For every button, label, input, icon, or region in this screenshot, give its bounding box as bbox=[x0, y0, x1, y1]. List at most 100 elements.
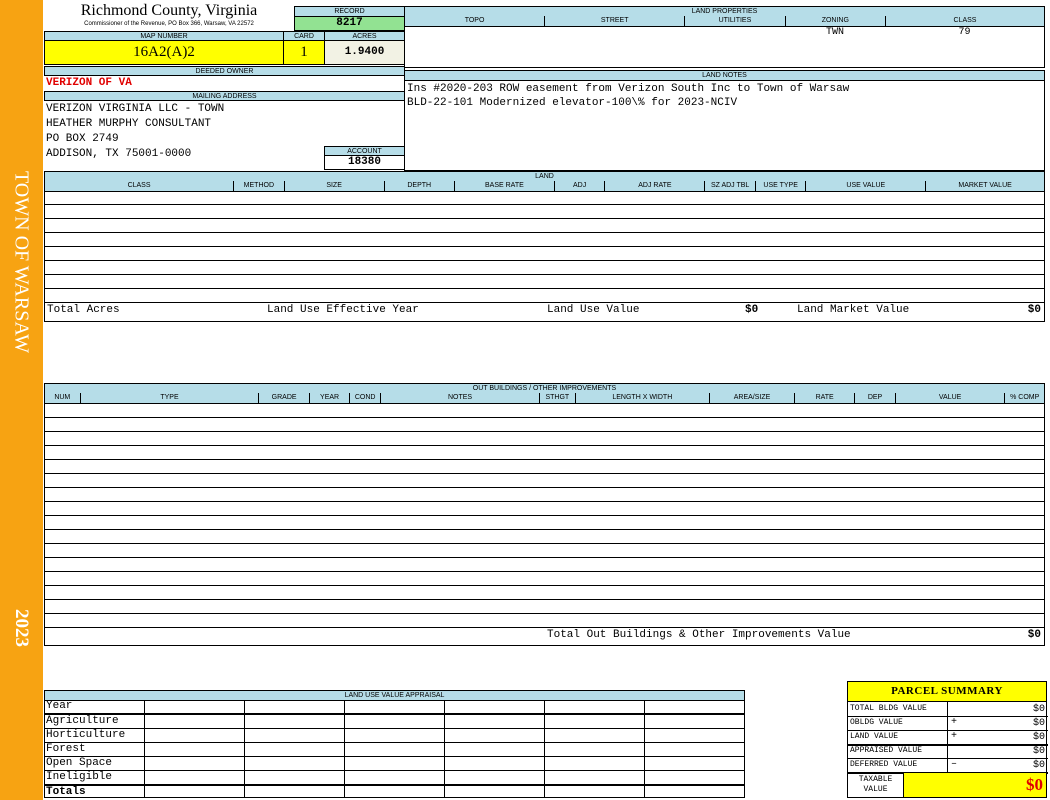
column-header: METHOD bbox=[234, 181, 285, 191]
record-value: 8217 bbox=[294, 16, 405, 31]
utilities-value bbox=[685, 27, 785, 41]
land-market-value-label: Land Market Value bbox=[797, 304, 910, 316]
county-header: Richmond County, Virginia Commissioner o… bbox=[45, 2, 293, 30]
column-header: USE VALUE bbox=[806, 181, 927, 191]
land-use-row-label: Agriculture bbox=[46, 715, 119, 727]
topo-value bbox=[405, 27, 545, 41]
land-table: LAND CLASS METHOD SIZE DEPTH BASE RATE A… bbox=[44, 171, 1045, 322]
land-header: CLASS METHOD SIZE DEPTH BASE RATE ADJ AD… bbox=[45, 181, 1044, 192]
summary-value: $0 bbox=[1032, 760, 1045, 771]
column-header: % COMP bbox=[1005, 393, 1044, 403]
summary-row-obldg: OBLDG VALUE + $0 bbox=[848, 716, 1048, 731]
parcel-summary-title: PARCEL SUMMARY bbox=[848, 682, 1046, 702]
column-header: STREET bbox=[545, 16, 686, 26]
outbuildings-total-label: Total Out Buildings & Other Improvements… bbox=[547, 629, 851, 641]
land-use-row-label: Year bbox=[46, 700, 73, 712]
land-use-row: Totals bbox=[45, 786, 744, 799]
land-market-value: $0 bbox=[1027, 304, 1041, 316]
summary-label: DEFERRED VALUE bbox=[850, 760, 918, 769]
land-use-row: Forest bbox=[45, 743, 744, 757]
land-notes-title: LAND NOTES bbox=[405, 71, 1044, 81]
account-value: 18380 bbox=[324, 155, 405, 170]
column-header: SZ ADJ TBL bbox=[705, 181, 756, 191]
outbuildings-totals: Total Out Buildings & Other Improvements… bbox=[45, 629, 1044, 645]
land-use-row-label: Forest bbox=[46, 743, 86, 755]
land-note-line: Ins #2020-203 ROW easement from Verizon … bbox=[407, 83, 850, 95]
land-use-row: Ineligible bbox=[45, 771, 744, 786]
column-header: DEPTH bbox=[384, 181, 455, 191]
summary-value: $0 bbox=[1032, 746, 1045, 757]
column-header: COND bbox=[350, 393, 381, 403]
mailing-line: VERIZON VIRGINIA LLC - TOWN bbox=[46, 103, 225, 115]
county-title: Richmond County, Virginia bbox=[80, 2, 258, 19]
mailing-line: HEATHER MURPHY CONSULTANT bbox=[46, 118, 212, 130]
mailing-line: PO BOX 2749 bbox=[46, 133, 119, 145]
land-use-row-label: Horticulture bbox=[46, 729, 126, 741]
acres-value: 1.9400 bbox=[324, 40, 405, 65]
land-use-row-label: Ineligible bbox=[46, 771, 113, 783]
column-header: BASE RATE bbox=[454, 181, 555, 191]
outbuildings-header: NUM TYPE GRADE YEAR COND NOTES STHGT LEN… bbox=[45, 393, 1044, 404]
column-header: CLASS bbox=[45, 181, 235, 191]
class-value: 79 bbox=[958, 27, 971, 38]
mailing-line: ADDISON, TX 75001-0000 bbox=[46, 148, 192, 160]
column-header: GRADE bbox=[259, 393, 310, 403]
land-use-row-label: Totals bbox=[46, 786, 86, 798]
land-use-value-label: Land Use Value bbox=[547, 304, 640, 316]
column-header: TOPO bbox=[405, 16, 546, 26]
taxable-label: TAXABLE VALUE bbox=[858, 775, 893, 794]
outbuildings-table: OUT BUILDINGS / OTHER IMPROVEMENTS NUM T… bbox=[44, 383, 1045, 646]
summary-sign: – bbox=[951, 759, 958, 770]
zoning-value: TWN bbox=[825, 27, 844, 38]
mailing-address: VERIZON VIRGINIA LLC - TOWN HEATHER MURP… bbox=[46, 102, 326, 162]
land-use-row-label: Open Space bbox=[46, 757, 113, 769]
land-use-row: Open Space bbox=[45, 757, 744, 771]
land-totals: Total Acres Land Use Effective Year Land… bbox=[45, 304, 1044, 320]
mailing-address-label: MAILING ADDRESS bbox=[44, 91, 405, 101]
deeded-owner-name: VERIZON OF VA bbox=[46, 77, 132, 89]
land-notes-text: Ins #2020-203 ROW easement from Verizon … bbox=[407, 82, 849, 110]
taxable-value: $0 bbox=[903, 773, 1046, 797]
column-header: NUM bbox=[45, 393, 81, 403]
column-header: ADJ bbox=[554, 181, 606, 191]
column-header: UTILITIES bbox=[685, 16, 786, 26]
sidebar: TOWN OF WARSAW 2023 bbox=[0, 0, 43, 800]
summary-value: $0 bbox=[1032, 718, 1045, 729]
street-value bbox=[545, 27, 685, 41]
land-use-row: Year bbox=[45, 700, 744, 715]
land-use-row: Horticulture bbox=[45, 729, 744, 743]
deeded-owner-label: DEEDED OWNER bbox=[44, 66, 405, 76]
column-header: VALUE bbox=[895, 393, 1006, 403]
column-header: ADJ RATE bbox=[605, 181, 706, 191]
column-header: LENGTH X WIDTH bbox=[575, 393, 711, 403]
card-value: 1 bbox=[283, 40, 325, 65]
summary-row-deferred: DEFERRED VALUE – $0 bbox=[848, 758, 1048, 774]
summary-label: LAND VALUE bbox=[850, 732, 899, 741]
map-number-value: 16A2(A)2 bbox=[44, 40, 284, 65]
land-properties-panel: LAND PROPERTIES TOPO STREET UTILITIES ZO… bbox=[404, 6, 1045, 68]
land-notes-panel: LAND NOTES Ins #2020-203 ROW easement fr… bbox=[404, 70, 1045, 171]
column-header: TYPE bbox=[80, 393, 260, 403]
sidebar-year: 2023 bbox=[11, 609, 32, 647]
column-header: MARKET VALUE bbox=[926, 181, 1044, 191]
summary-value: $0 bbox=[1032, 704, 1045, 715]
summary-label: APPRAISED VALUE bbox=[850, 746, 923, 755]
outbuildings-total-value: $0 bbox=[1027, 629, 1041, 641]
column-header: RATE bbox=[795, 393, 856, 403]
column-header: USE TYPE bbox=[755, 181, 807, 191]
parcel-summary: PARCEL SUMMARY TOTAL BLDG VALUE $0 OBLDG… bbox=[847, 681, 1048, 798]
county-subtitle: Commissioner of the Revenue, PO Box 366,… bbox=[84, 21, 254, 27]
effective-year-label: Land Use Effective Year bbox=[267, 304, 419, 316]
summary-label: OBLDG VALUE bbox=[850, 718, 903, 727]
column-header: STHGT bbox=[540, 393, 576, 403]
land-use-appraisal: LAND USE VALUE APPRAISAL Year Agricultur… bbox=[44, 690, 745, 798]
land-properties-header: TOPO STREET UTILITIES ZONING CLASS bbox=[405, 16, 1044, 27]
summary-label: TOTAL BLDG VALUE bbox=[850, 704, 927, 713]
column-header: NOTES bbox=[380, 393, 541, 403]
column-header: DEP bbox=[855, 393, 896, 403]
land-use-value: $0 bbox=[745, 304, 759, 316]
summary-sign: + bbox=[951, 731, 958, 742]
column-header: ZONING bbox=[785, 16, 886, 26]
column-header: SIZE bbox=[284, 181, 385, 191]
summary-sign: + bbox=[951, 717, 958, 728]
